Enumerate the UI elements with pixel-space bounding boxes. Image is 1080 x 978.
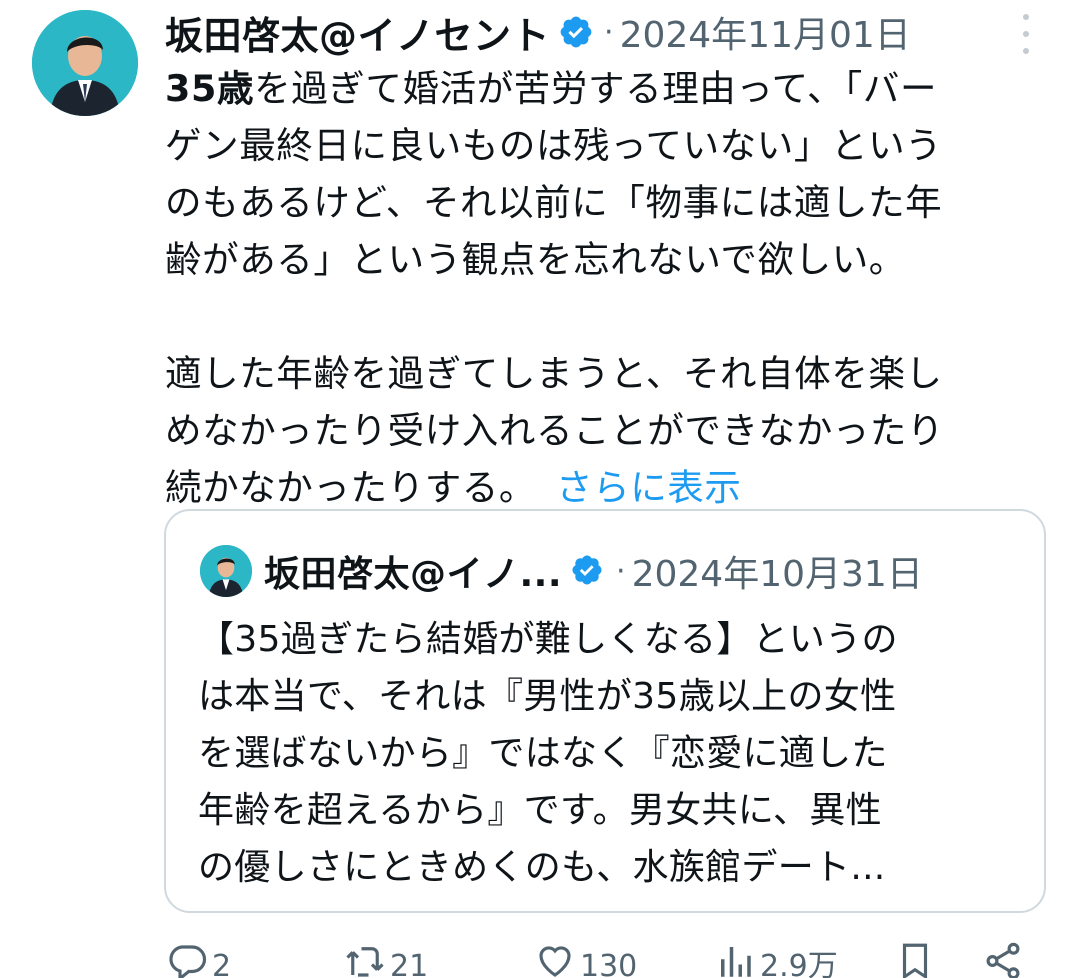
views-icon (721, 947, 751, 977)
author-name[interactable]: 坂田啓太@イノセント (165, 5, 550, 60)
tweet-line: 続かなかったりする。 さらに表示 (165, 459, 1055, 516)
action-bar: 2 21 130 2.9万 (0, 930, 1080, 978)
quoted-line: の優しさにときめくのも、水族館デート... (198, 847, 886, 888)
header-separator: · (604, 14, 614, 50)
tweet-line: めなかったり受け入れることができなかったり (165, 409, 945, 452)
tweet-line-text: 続かなかったりする。 (165, 466, 536, 509)
bookmark-icon (902, 943, 928, 978)
quoted-tweet-body: 【35過ぎたら結婚が難しくなる】というの は本当で、それは『男性が35歳以上の女… (198, 611, 1018, 896)
share-button[interactable] (982, 940, 1024, 978)
retweet-icon (346, 947, 384, 977)
quoted-line: を選ばないから』ではなく『恋愛に適した (198, 733, 888, 774)
author-avatar[interactable] (32, 10, 138, 116)
tweet-line: 適した年齢を過ぎてしまうと、それ自体を楽し (165, 352, 943, 395)
tweet-lead-bold: 35歳 (165, 67, 255, 110)
tweet-date[interactable]: 2024年11月01日 (620, 6, 911, 58)
quoted-line: 【35過ぎたら結婚が難しくなる】というの (198, 619, 898, 660)
verified-badge-icon (570, 553, 606, 589)
like-count: 130 (580, 949, 638, 978)
tweet-line: 35歳を過ぎて婚活が苦労する理由って、「バー (165, 60, 1055, 117)
quoted-line: は本当で、それは『男性が35歳以上の女性 (198, 676, 897, 717)
quoted-author-name: 坂田啓太@イノ... (264, 554, 563, 595)
reply-button[interactable]: 2 (166, 940, 231, 978)
quoted-tweet-header: 坂田啓太@イノ... · 2024年10月31日 (264, 541, 923, 601)
person-photo-icon (200, 545, 252, 597)
tweet-header: 坂田啓太@イノセント · 2024年11月01日 (165, 4, 911, 60)
show-more-link[interactable]: さらに表示 (556, 466, 742, 509)
verified-badge-icon (558, 14, 594, 50)
views-button[interactable]: 2.9万 (714, 940, 838, 978)
quoted-author-avatar (200, 545, 252, 597)
quoted-tweet-card[interactable]: 坂田啓太@イノ... · 2024年10月31日 【35過ぎたら結婚が難しくなる… (164, 509, 1046, 913)
share-icon (986, 942, 1020, 978)
tweet-line: 齢がある」という観点を忘れないで欲しい。 (165, 238, 906, 281)
views-count: 2.9万 (760, 949, 838, 978)
tweet-line: ゲン最終日に良いものは残っていない」という (165, 124, 943, 167)
reply-count: 2 (212, 949, 232, 978)
tweet-line-text: を過ぎて婚活が苦労する理由って、「バー (254, 67, 938, 110)
quoted-tweet-date: 2024年10月31日 (631, 554, 923, 595)
retweet-count: 21 (390, 949, 429, 978)
like-button[interactable]: 130 (534, 940, 637, 978)
more-options-icon[interactable] (1014, 14, 1038, 54)
tweet-line: のもあるけど、それ以前に「物事には適した年 (165, 181, 943, 224)
quoted-line: 年齢を超えるから』です。男女共に、異性 (198, 790, 882, 831)
heart-icon (539, 946, 571, 977)
bookmark-button[interactable] (894, 940, 936, 978)
person-photo-icon (32, 10, 138, 116)
header-separator: · (616, 553, 626, 589)
retweet-button[interactable]: 21 (344, 940, 428, 978)
reply-icon (169, 945, 207, 978)
tweet-body: 35歳を過ぎて婚活が苦労する理由って、「バー ゲン最終日に良いものは残っていない… (165, 60, 1055, 516)
